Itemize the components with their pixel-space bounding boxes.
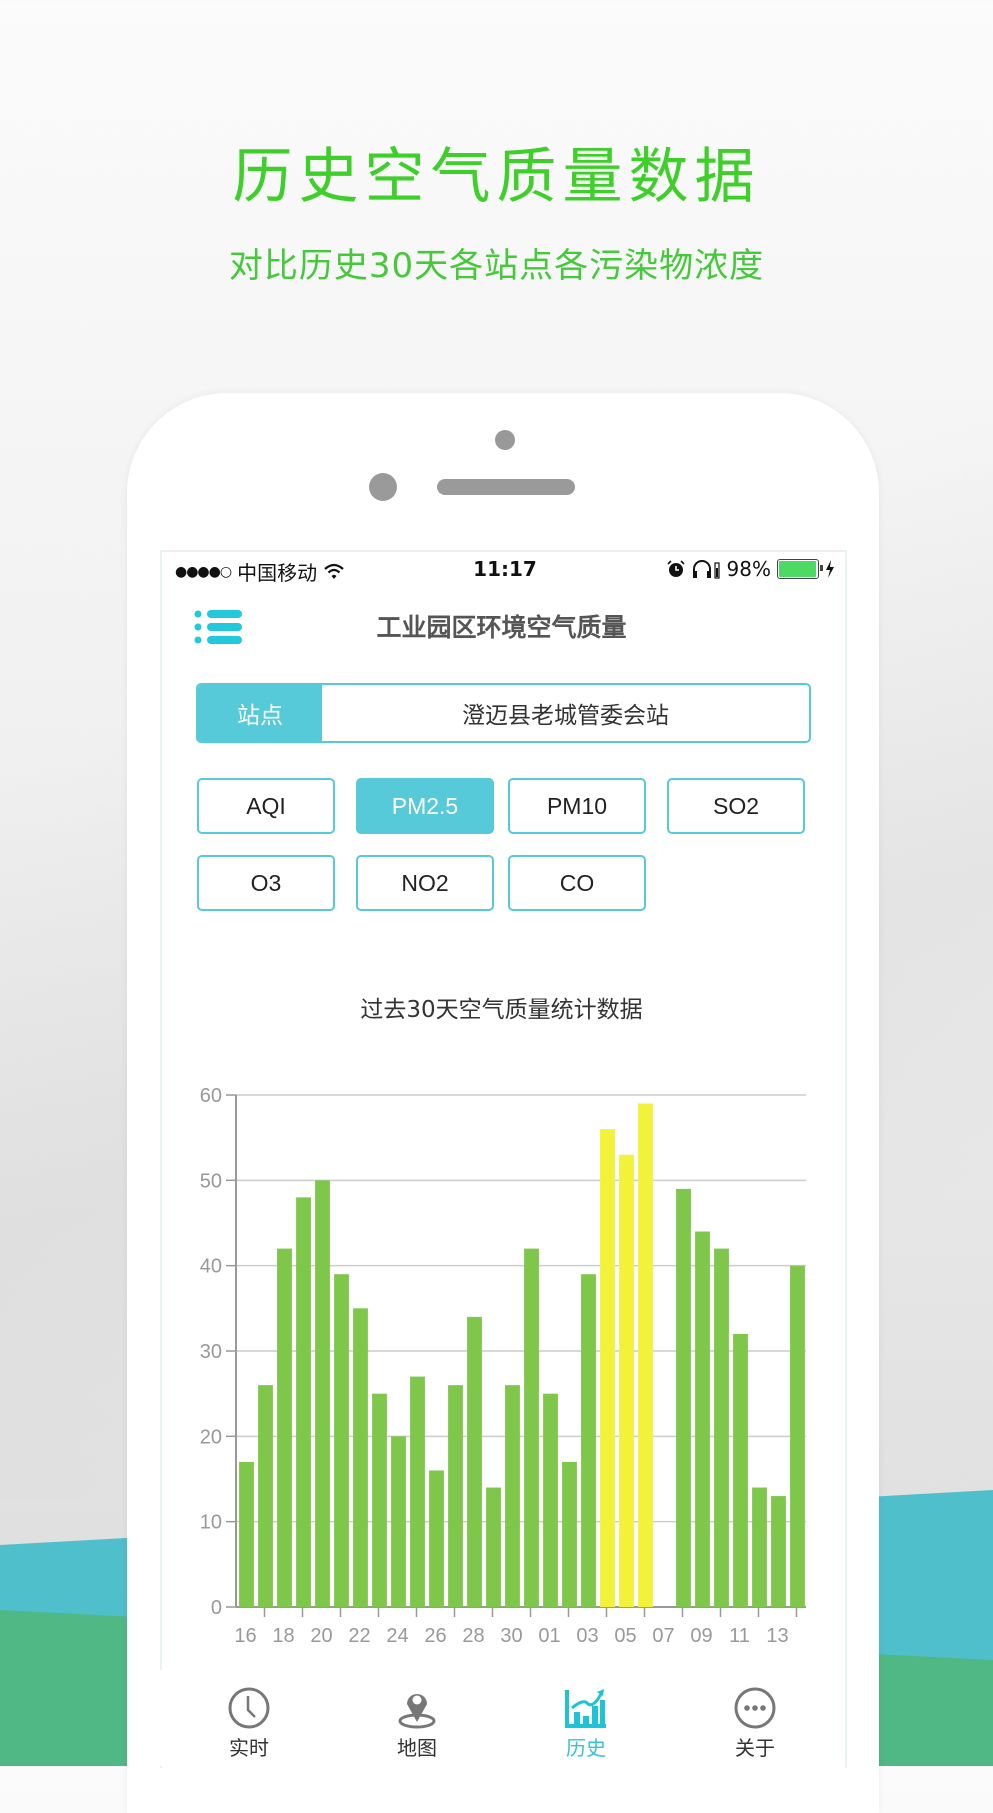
more-dots-icon <box>734 1687 776 1729</box>
bar <box>486 1487 501 1607</box>
x-tick-label: 05 <box>614 1625 636 1647</box>
hero-title: 历史空气质量数据 <box>232 142 761 212</box>
pollutant-button-aqi[interactable]: AQI <box>197 778 335 834</box>
y-tick-label: 0 <box>211 1597 222 1619</box>
bar <box>752 1487 767 1607</box>
bar <box>429 1470 444 1607</box>
bar <box>277 1248 292 1607</box>
x-tick-label: 11 <box>729 1625 750 1647</box>
bar <box>315 1180 330 1607</box>
y-tick-label: 40 <box>200 1256 222 1278</box>
status-bar: ●●●●○ 中国移动 11:17 98% <box>175 557 835 587</box>
x-tick-label: 16 <box>234 1625 256 1647</box>
station-value[interactable]: 澄迈县老城管委会站 <box>322 685 809 741</box>
alarm-icon <box>666 560 685 577</box>
bar <box>581 1274 596 1607</box>
bar <box>467 1316 482 1607</box>
x-tick-label: 18 <box>272 1625 294 1647</box>
pollutant-button-no2[interactable]: NO2 <box>356 855 494 911</box>
charging-bolt-icon <box>826 560 834 578</box>
tab-label: 关于 <box>735 1736 775 1760</box>
x-tick-label: 24 <box>386 1625 408 1647</box>
x-tick-label: 28 <box>462 1625 484 1647</box>
x-tick-label: 22 <box>348 1625 370 1647</box>
bar <box>562 1461 577 1607</box>
bar <box>790 1265 805 1607</box>
y-tick-label: 20 <box>200 1426 222 1448</box>
battery-icon <box>777 559 823 579</box>
bar <box>296 1197 311 1607</box>
pollutant-button-co[interactable]: CO <box>508 855 646 911</box>
bar <box>524 1248 539 1607</box>
chart-title: 过去30天空气质量统计数据 <box>360 997 643 1023</box>
headphones-icon <box>692 560 720 579</box>
bar <box>619 1154 634 1607</box>
bar <box>733 1333 748 1607</box>
pollutant-button-o3[interactable]: O3 <box>197 855 335 911</box>
bar-chart-trend-icon <box>565 1689 606 1728</box>
proximity-sensor <box>369 473 397 501</box>
battery-percent: 98% <box>726 557 771 581</box>
y-tick-label: 60 <box>200 1085 222 1107</box>
bar <box>714 1248 729 1607</box>
bar <box>353 1308 368 1607</box>
bar <box>334 1274 349 1607</box>
x-tick-label: 20 <box>310 1625 332 1647</box>
bar <box>600 1129 615 1607</box>
bar <box>505 1385 520 1607</box>
front-camera <box>495 430 515 450</box>
bar <box>676 1188 691 1607</box>
bar <box>391 1436 406 1607</box>
bar <box>239 1461 254 1607</box>
x-tick-label: 26 <box>424 1625 446 1647</box>
bar <box>410 1376 425 1607</box>
station-label: 站点 <box>198 685 322 741</box>
y-tick-label: 10 <box>200 1512 222 1534</box>
tab-about[interactable]: 关于 <box>695 1670 815 1766</box>
tab-label: 地图 <box>397 1736 437 1760</box>
clock-icon <box>228 1687 270 1729</box>
bar <box>638 1103 653 1607</box>
y-tick-label: 50 <box>200 1170 222 1192</box>
pollutant-button-pm10[interactable]: PM10 <box>508 778 646 834</box>
earpiece-speaker <box>437 479 575 495</box>
bar-chart: 0 10 20 30 40 50 60 16 18 20 22 24 26 28 30 01 03 05 07 09 1… <box>200 1085 806 1647</box>
hero-subtitle: 对比历史30天各站点各污染物浓度 <box>228 246 765 286</box>
tab-history[interactable]: 历史 <box>526 1670 646 1766</box>
tab-label: 历史 <box>566 1736 606 1760</box>
pollutant-button-so2[interactable]: SO2 <box>667 778 805 834</box>
y-tick-label: 30 <box>200 1341 222 1363</box>
bar <box>543 1393 558 1607</box>
tab-realtime[interactable]: 实时 <box>189 1670 309 1766</box>
x-tick-label: 13 <box>766 1625 788 1647</box>
map-pin-icon <box>398 1694 436 1729</box>
bar <box>448 1385 463 1607</box>
x-tick-label: 03 <box>576 1625 598 1647</box>
pollutant-button-pm25[interactable]: PM2.5 <box>356 778 494 834</box>
x-tick-label: 09 <box>690 1625 712 1647</box>
tab-bar-items: 实时 地图 历史 关于 <box>160 1670 843 1766</box>
header-title: 工业园区环境空气质量 <box>376 613 627 642</box>
station-selector[interactable]: 站点 澄迈县老城管委会站 <box>196 683 811 743</box>
x-tick-label: 01 <box>538 1625 560 1647</box>
x-tick-label: 07 <box>652 1625 674 1647</box>
bar <box>771 1496 786 1607</box>
bar <box>258 1385 273 1607</box>
tab-map[interactable]: 地图 <box>357 1670 477 1766</box>
bar <box>372 1393 387 1607</box>
x-tick-label: 30 <box>500 1625 522 1647</box>
tab-label: 实时 <box>229 1736 269 1760</box>
bar <box>695 1231 710 1607</box>
